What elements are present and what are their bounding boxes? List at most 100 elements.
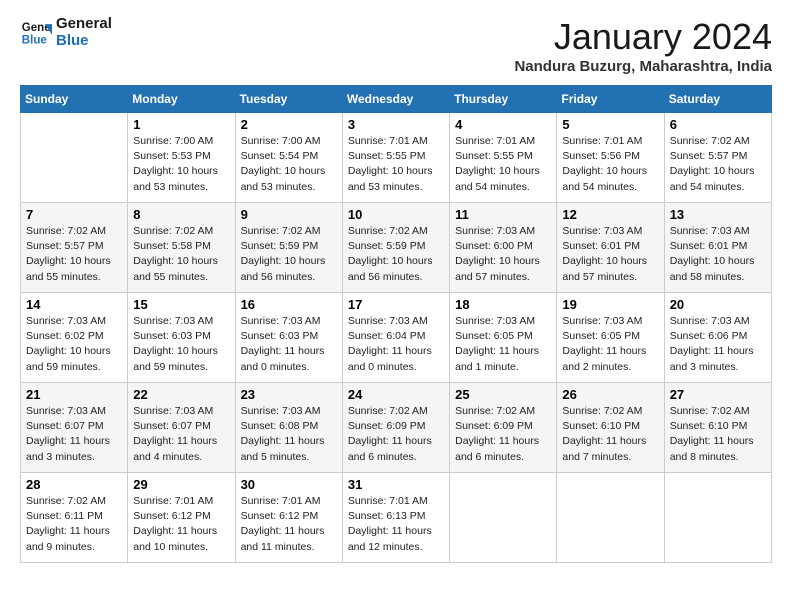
day-number: 20 [670,297,766,312]
calendar-cell: 7Sunrise: 7:02 AMSunset: 5:57 PMDaylight… [21,203,128,293]
day-info: Sunrise: 7:01 AMSunset: 5:55 PMDaylight:… [348,134,444,195]
day-number: 23 [241,387,337,402]
month-title: January 2024 [514,16,772,58]
calendar-cell: 25 Sunrise: 7:02 AMSunset: 6:09 PMDayligh… [450,383,557,473]
day-number: 15 [133,297,229,312]
calendar-cell: 9Sunrise: 7:02 AMSunset: 5:59 PMDaylight… [235,203,342,293]
day-number: 25 [455,387,551,402]
day-info: Sunrise: 7:03 AMSunset: 6:05 PMDaylight:… [455,314,551,375]
day-header-friday: Friday [557,86,664,113]
calendar-cell: 17Sunrise: 7:03 AMSunset: 6:04 PMDayligh… [342,293,449,383]
day-number: 3 [348,117,444,132]
day-number: 4 [455,117,551,132]
calendar-cell: 16 Sunrise: 7:03 AMSunset: 6:03 PMDayligh… [235,293,342,383]
day-info: Sunrise: 7:01 AMSunset: 6:12 PMDaylight:… [133,494,229,555]
day-number: 31 [348,477,444,492]
week-row-3: 14 Sunrise: 7:03 AMSunset: 6:02 PMDayligh… [21,293,772,383]
day-number: 18 [455,297,551,312]
day-number: 27 [670,387,766,402]
day-info: Sunrise: 7:03 AMSunset: 6:03 PMDaylight:… [133,314,229,375]
calendar-cell: 14 Sunrise: 7:03 AMSunset: 6:02 PMDayligh… [21,293,128,383]
day-info: Sunrise: 7:03 AMSunset: 6:00 PMDaylight:… [455,224,551,285]
day-header-saturday: Saturday [664,86,771,113]
day-header-wednesday: Wednesday [342,86,449,113]
day-info: Sunrise: 7:02 AMSunset: 6:09 PMDaylight:… [455,404,551,465]
day-number: 12 [562,207,658,222]
week-row-4: 21 Sunrise: 7:03 AMSunset: 6:07 PMDayligh… [21,383,772,473]
day-info: Sunrise: 7:02 AMSunset: 5:57 PMDaylight:… [26,224,122,285]
day-info: Sunrise: 7:02 AMSunset: 6:10 PMDaylight:… [562,404,658,465]
location: Nandura Buzurg, Maharashtra, India [514,58,772,75]
day-number: 14 [26,297,122,312]
day-number: 22 [133,387,229,402]
day-info: Sunrise: 7:03 AMSunset: 6:04 PMDaylight:… [348,314,444,375]
day-number: 28 [26,477,122,492]
day-info: Sunrise: 7:03 AMSunset: 6:01 PMDaylight:… [562,224,658,285]
week-row-2: 7Sunrise: 7:02 AMSunset: 5:57 PMDaylight… [21,203,772,293]
calendar-cell: 3 Sunrise: 7:01 AMSunset: 5:55 PMDaylight… [342,113,449,203]
calendar-cell: 31Sunrise: 7:01 AMSunset: 6:13 PMDayligh… [342,473,449,563]
calendar-cell: 5Sunrise: 7:01 AMSunset: 5:56 PMDaylight… [557,113,664,203]
logo-general: General [56,16,112,33]
calendar-cell: 2 Sunrise: 7:00 AMSunset: 5:54 PMDaylight… [235,113,342,203]
day-info: Sunrise: 7:02 AMSunset: 6:09 PMDaylight:… [348,404,444,465]
calendar-cell: 4 Sunrise: 7:01 AMSunset: 5:55 PMDaylight… [450,113,557,203]
day-info: Sunrise: 7:03 AMSunset: 6:08 PMDaylight:… [241,404,337,465]
day-info: Sunrise: 7:00 AMSunset: 5:53 PMDaylight:… [133,134,229,195]
day-info: Sunrise: 7:03 AMSunset: 6:02 PMDaylight:… [26,314,122,375]
day-info: Sunrise: 7:02 AMSunset: 5:59 PMDaylight:… [348,224,444,285]
day-number: 11 [455,207,551,222]
day-number: 30 [241,477,337,492]
svg-text:Blue: Blue [22,34,48,46]
calendar-cell: 20 Sunrise: 7:03 AMSunset: 6:06 PMDayligh… [664,293,771,383]
calendar-cell: 11 Sunrise: 7:03 AMSunset: 6:00 PMDayligh… [450,203,557,293]
day-info: Sunrise: 7:01 AMSunset: 6:12 PMDaylight:… [241,494,337,555]
day-number: 2 [241,117,337,132]
day-number: 6 [670,117,766,132]
day-header-sunday: Sunday [21,86,128,113]
logo-blue: Blue [56,33,112,50]
day-number: 10 [348,207,444,222]
day-number: 5 [562,117,658,132]
calendar-body: 1 Sunrise: 7:00 AMSunset: 5:53 PMDaylight… [21,113,772,563]
page-header: General Blue General Blue January 2024 N… [20,16,772,75]
calendar-cell: 19 Sunrise: 7:03 AMSunset: 6:05 PMDayligh… [557,293,664,383]
calendar-header-row: SundayMondayTuesdayWednesdayThursdayFrid… [21,86,772,113]
calendar-cell: 13 Sunrise: 7:03 AMSunset: 6:01 PMDayligh… [664,203,771,293]
calendar-cell: 30 Sunrise: 7:01 AMSunset: 6:12 PMDayligh… [235,473,342,563]
day-number: 8 [133,207,229,222]
day-info: Sunrise: 7:00 AMSunset: 5:54 PMDaylight:… [241,134,337,195]
day-header-tuesday: Tuesday [235,86,342,113]
calendar-cell: 24 Sunrise: 7:02 AMSunset: 6:09 PMDayligh… [342,383,449,473]
calendar-cell: 18 Sunrise: 7:03 AMSunset: 6:05 PMDayligh… [450,293,557,383]
day-number: 21 [26,387,122,402]
day-number: 19 [562,297,658,312]
calendar-cell: 23 Sunrise: 7:03 AMSunset: 6:08 PMDayligh… [235,383,342,473]
calendar-cell [21,113,128,203]
logo-icon: General Blue [20,17,52,49]
day-info: Sunrise: 7:03 AMSunset: 6:01 PMDaylight:… [670,224,766,285]
day-number: 16 [241,297,337,312]
day-header-monday: Monday [128,86,235,113]
day-info: Sunrise: 7:01 AMSunset: 5:55 PMDaylight:… [455,134,551,195]
week-row-1: 1 Sunrise: 7:00 AMSunset: 5:53 PMDaylight… [21,113,772,203]
calendar-cell [557,473,664,563]
calendar-cell: 8Sunrise: 7:02 AMSunset: 5:58 PMDaylight… [128,203,235,293]
calendar-cell: 15 Sunrise: 7:03 AMSunset: 6:03 PMDayligh… [128,293,235,383]
calendar-cell: 22Sunrise: 7:03 AMSunset: 6:07 PMDayligh… [128,383,235,473]
day-info: Sunrise: 7:02 AMSunset: 5:57 PMDaylight:… [670,134,766,195]
calendar-cell: 6 Sunrise: 7:02 AMSunset: 5:57 PMDaylight… [664,113,771,203]
day-info: Sunrise: 7:03 AMSunset: 6:03 PMDaylight:… [241,314,337,375]
day-number: 24 [348,387,444,402]
day-info: Sunrise: 7:03 AMSunset: 6:07 PMDaylight:… [26,404,122,465]
calendar-cell [450,473,557,563]
day-number: 13 [670,207,766,222]
day-info: Sunrise: 7:03 AMSunset: 6:06 PMDaylight:… [670,314,766,375]
calendar-cell [664,473,771,563]
day-info: Sunrise: 7:03 AMSunset: 6:05 PMDaylight:… [562,314,658,375]
day-header-thursday: Thursday [450,86,557,113]
day-number: 1 [133,117,229,132]
calendar-cell: 1 Sunrise: 7:00 AMSunset: 5:53 PMDaylight… [128,113,235,203]
svg-text:General: General [22,22,52,34]
day-number: 29 [133,477,229,492]
